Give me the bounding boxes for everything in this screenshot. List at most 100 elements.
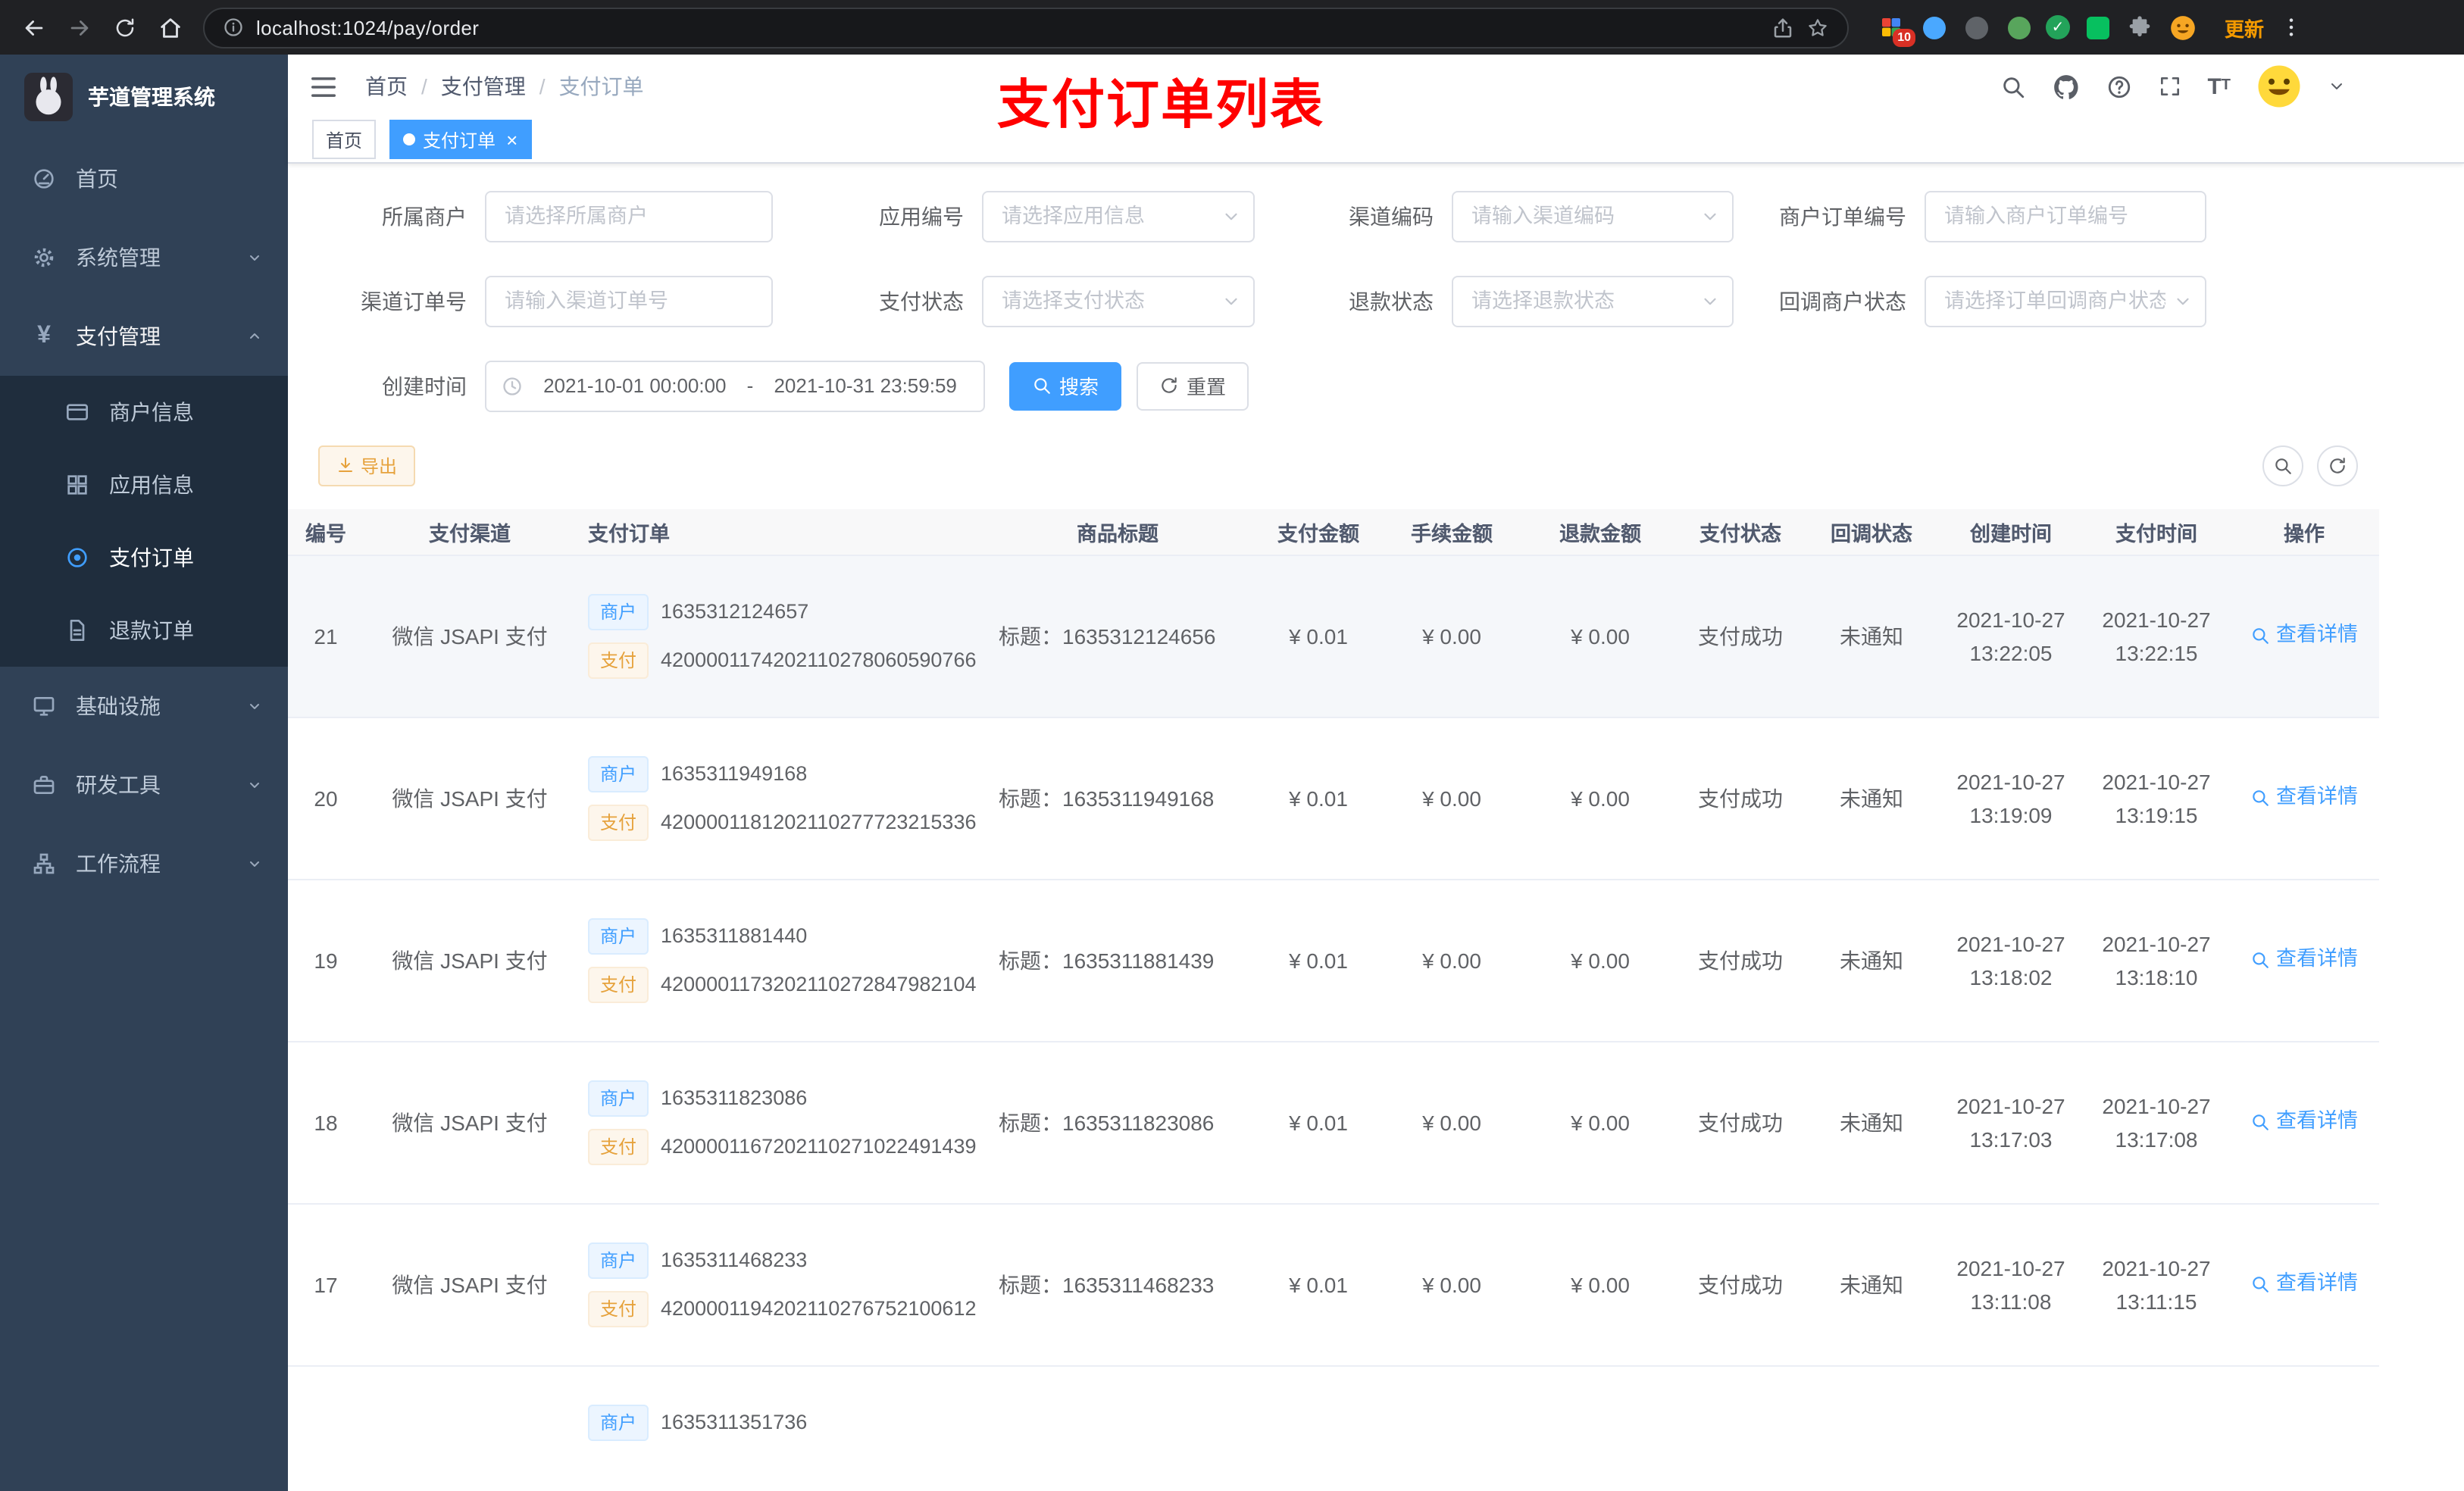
filter-label-app: 应用编号 [879, 204, 964, 228]
filter-label-channel-code: 渠道编码 [1349, 204, 1434, 228]
order-id: 18 [314, 1111, 338, 1135]
order-id: 17 [314, 1273, 338, 1297]
view-detail-link[interactable]: 查看详情 [2250, 1105, 2358, 1139]
extensions-puzzle-icon[interactable] [2125, 12, 2155, 42]
notify-status-select[interactable] [1925, 275, 2206, 327]
sidebar-item-infra[interactable]: 基础设施 [0, 667, 288, 746]
date-range-picker[interactable]: 2021-10-01 00:00:00 - 2021-10-31 23:59:5… [485, 360, 985, 411]
extension-icon-green-square[interactable] [2082, 12, 2112, 42]
merchant-select-input[interactable] [486, 192, 771, 240]
extension-icon-colorful[interactable]: 10 [1876, 12, 1915, 47]
extension-icon-gray[interactable] [1961, 12, 1991, 42]
search-icon[interactable] [2000, 73, 2025, 99]
user-avatar[interactable] [2256, 64, 2302, 109]
browser-forward-button[interactable] [61, 9, 97, 45]
view-detail-link[interactable]: 查看详情 [2250, 1268, 2358, 1301]
tab-pay-order[interactable]: 支付订单 × [389, 120, 532, 160]
channel-code-select[interactable] [1452, 190, 1734, 242]
github-icon[interactable] [2051, 72, 2080, 101]
breadcrumb-pay-management[interactable]: 支付管理 [441, 71, 526, 102]
view-detail-link[interactable]: 查看详情 [2250, 619, 2358, 652]
toggle-search-button[interactable] [2262, 445, 2303, 486]
share-icon[interactable] [1771, 16, 1794, 39]
product-title: 标题：1635311468233 [999, 1273, 1215, 1297]
pay-channel: 微信 JSAPI 支付 [392, 949, 548, 973]
fee-amount: ¥ 0.00 [1422, 786, 1481, 811]
merchant-order-no: 1635311823086 [661, 1086, 808, 1109]
channel-order-no-input[interactable] [486, 277, 771, 325]
search-button[interactable]: 搜索 [1009, 361, 1122, 410]
view-detail-label: 查看详情 [2276, 623, 2358, 646]
channel-code-input[interactable] [1453, 192, 1732, 240]
chevron-down-icon [245, 776, 264, 794]
merchant-tag: 商户 [588, 594, 649, 630]
sidebar-item-pay-order[interactable]: 支付订单 [0, 521, 288, 594]
sidebar-item-app-info[interactable]: 应用信息 [0, 449, 288, 521]
extension-icon-blue[interactable] [1918, 12, 1949, 42]
orders-table-wrap: 编号 支付渠道 支付订单 商品标题 支付金额 手续金额 退款金额 支付状态 回调… [288, 508, 2464, 1491]
view-detail-link[interactable]: 查看详情 [2250, 781, 2358, 814]
browser-update-button[interactable]: 更新 [2225, 13, 2264, 42]
address-bar[interactable]: localhost:1024/pay/order [203, 7, 1849, 48]
app-select[interactable] [982, 190, 1255, 242]
fee-amount: ¥ 0.00 [1422, 1111, 1481, 1135]
app-logo[interactable]: 芋道管理系统 [0, 55, 288, 139]
refresh-table-button[interactable] [2317, 445, 2358, 486]
pay-status-select[interactable] [982, 275, 1255, 327]
fullscreen-icon[interactable] [2157, 74, 2181, 98]
date-range-separator: - [746, 374, 754, 397]
browser-home-button[interactable] [152, 9, 188, 45]
sidebar-item-payment[interactable]: ¥ 支付管理 [0, 297, 288, 376]
extension-icon-check[interactable]: ✓ [2046, 15, 2070, 39]
notify-status-select-input[interactable] [1926, 277, 2205, 325]
table-row: 20 微信 JSAPI 支付 商户 1635311949168 支付 42000… [288, 717, 2379, 880]
pay-time: 13:17:08 [2115, 1127, 2198, 1152]
column-header-actions: 操作 [2229, 508, 2379, 556]
refund-status-select[interactable] [1452, 275, 1734, 327]
browser-profile-avatar[interactable] [2167, 12, 2197, 42]
page-content: 所属商户 应用编号 渠道编码 [288, 163, 2464, 1491]
breadcrumb-home[interactable]: 首页 [365, 71, 408, 102]
sidebar-item-merchant-info[interactable]: 商户信息 [0, 376, 288, 449]
merchant-order-no-input[interactable] [1926, 192, 2205, 240]
table-header-row: 编号 支付渠道 支付订单 商品标题 支付金额 手续金额 退款金额 支付状态 回调… [288, 508, 2379, 556]
browser-back-button[interactable] [15, 9, 52, 45]
sidebar-item-workflow[interactable]: 工作流程 [0, 824, 288, 903]
pay-order-no: 4200001174202110278060590766 [661, 649, 977, 671]
extension-badge: 10 [1893, 29, 1915, 47]
product-title: 标题：1635312124656 [999, 624, 1216, 649]
card-icon [64, 400, 91, 424]
channel-order-no-field[interactable] [485, 275, 773, 327]
help-icon[interactable] [2106, 73, 2131, 99]
tab-close-icon[interactable]: × [506, 130, 518, 150]
sidebar-item-home[interactable]: 首页 [0, 139, 288, 218]
pay-status-select-input[interactable] [983, 277, 1253, 325]
merchant-order-no-field[interactable] [1925, 190, 2206, 242]
sidebar-item-system[interactable]: 系统管理 [0, 218, 288, 297]
fee-amount: ¥ 0.00 [1422, 949, 1481, 973]
chevron-down-icon [1700, 206, 1720, 226]
filter-field-pay-status: 支付状态 [791, 275, 1255, 327]
site-info-icon[interactable] [223, 17, 244, 38]
filter-label-merchant: 所属商户 [382, 204, 467, 228]
bookmark-star-icon[interactable] [1806, 16, 1829, 39]
export-button[interactable]: 导出 [318, 445, 416, 486]
view-detail-link[interactable]: 查看详情 [2250, 943, 2358, 977]
browser-menu-icon[interactable] [2279, 15, 2303, 39]
refund-status-select-input[interactable] [1453, 277, 1732, 325]
url-text: localhost:1024/pay/order [256, 16, 480, 39]
user-caret-icon[interactable] [2328, 77, 2346, 95]
browser-refresh-button[interactable] [106, 9, 142, 45]
create-date: 2021-10-27 [1956, 1094, 2065, 1118]
pay-channel: 微信 JSAPI 支付 [392, 1273, 548, 1297]
sidebar-item-refund-order[interactable]: 退款订单 [0, 594, 288, 667]
app-select-input[interactable] [983, 192, 1253, 240]
sidebar-item-dev-tools[interactable]: 研发工具 [0, 746, 288, 824]
tab-home[interactable]: 首页 [312, 120, 377, 160]
reset-button[interactable]: 重置 [1137, 361, 1249, 410]
sidebar-toggle-icon[interactable] [309, 72, 338, 101]
extension-icon-green[interactable] [2003, 12, 2034, 42]
font-size-icon[interactable]: TT [2207, 75, 2231, 98]
filter-field-merchant: 所属商户 [318, 190, 773, 242]
merchant-select[interactable] [485, 190, 773, 242]
